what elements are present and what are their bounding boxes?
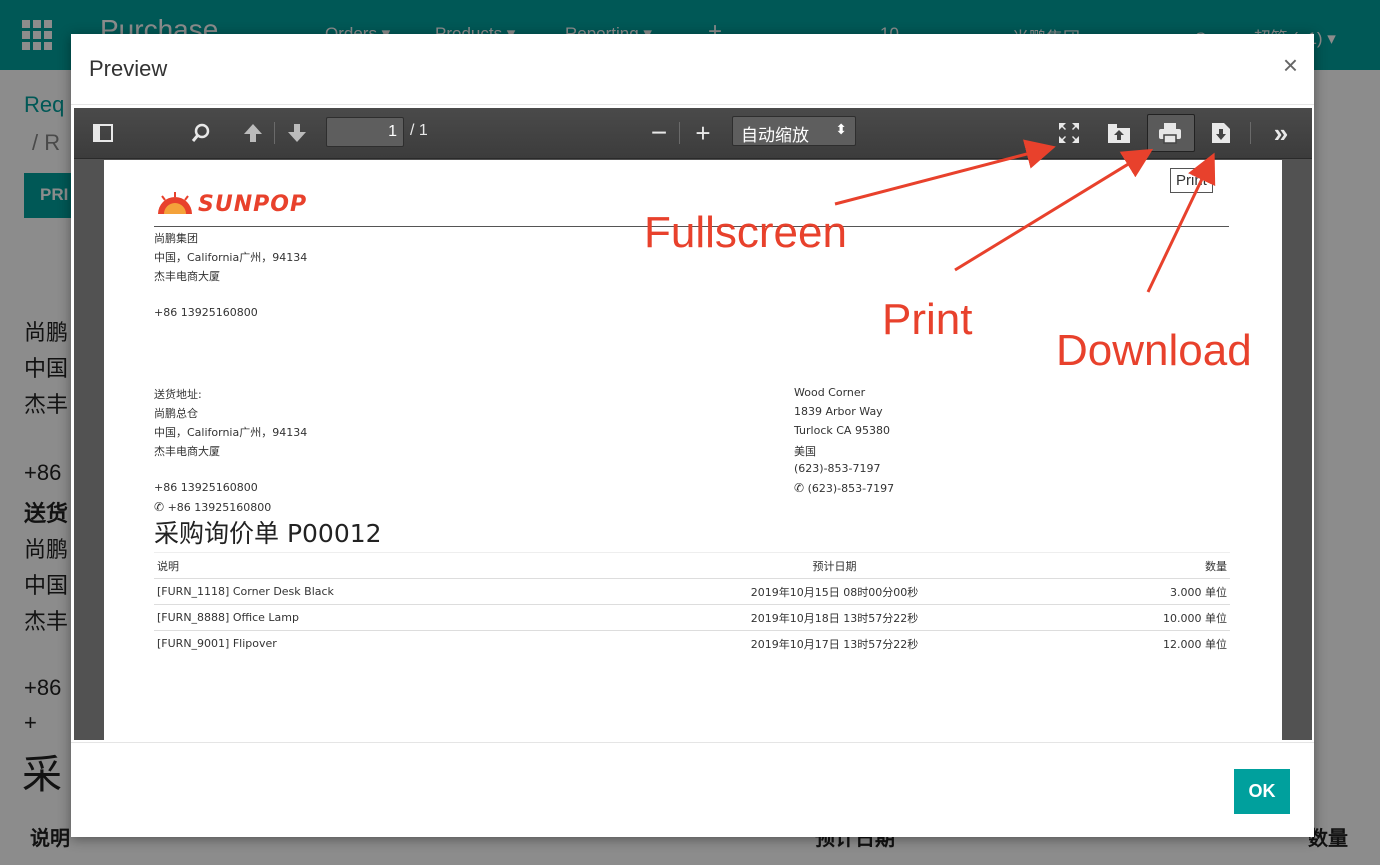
line-date: 2019年10月17日 13时57分22秒 — [615, 630, 1054, 656]
zoom-out-icon[interactable]: − — [646, 108, 672, 158]
vendor-phone-row: ✆ (623)-853-7197 — [794, 481, 894, 495]
zoom-select-value: 自动缩放 — [741, 126, 809, 145]
download-icon[interactable] — [1206, 108, 1236, 158]
ship-phone: +86 13925160800 — [154, 481, 258, 494]
line-description: [FURN_1118] Corner Desk Black — [154, 578, 616, 605]
column-header: 说明 — [154, 552, 616, 579]
toolbar-separator — [679, 122, 680, 144]
table-row: [FURN_1118] Corner Desk Black 2019年10月15… — [154, 578, 1230, 605]
vendor-phone: (623)-853-7197 — [807, 482, 895, 495]
print-icon[interactable] — [1155, 108, 1185, 158]
column-header: 数量 — [1053, 552, 1230, 579]
line-date: 2019年10月15日 08时00分00秒 — [615, 578, 1054, 605]
close-icon[interactable]: × — [1283, 52, 1298, 78]
ship-label: 送货地址: — [154, 388, 202, 401]
fullscreen-annotation: Fullscreen — [644, 208, 847, 257]
print-tooltip: Print — [1170, 168, 1213, 193]
select-arrows-icon: ⬍ — [835, 121, 847, 137]
line-date: 2019年10月18日 13时57分22秒 — [615, 604, 1054, 631]
vendor-line: (623)-853-7197 — [794, 462, 881, 475]
zoom-select[interactable]: 自动缩放 ⬍ — [732, 116, 856, 146]
company-phone: +86 13925160800 — [154, 306, 258, 319]
download-annotation: Download — [1056, 326, 1252, 375]
sunpop-logo-icon — [158, 192, 192, 214]
company-line: 尚鹏集团 — [154, 232, 198, 245]
company-line: 中国，California广州，94134 — [154, 251, 308, 264]
line-description: [FURN_8888] Office Lamp — [154, 604, 616, 631]
search-icon[interactable] — [188, 108, 214, 158]
line-qty: 10.000 单位 — [1053, 604, 1230, 631]
fullscreen-icon[interactable] — [1054, 108, 1084, 158]
line-description: [FURN_9001] Flipover — [154, 630, 616, 656]
next-page-icon[interactable] — [284, 108, 310, 158]
ship-phone-row: ✆ +86 13925160800 — [154, 500, 271, 514]
ship-line: 尚鹏总仓 — [154, 407, 198, 420]
dialog-header: Preview × — [71, 34, 1314, 105]
column-header: 预计日期 — [615, 552, 1054, 579]
print-annotation: Print — [882, 295, 973, 344]
ship-phone2: +86 13925160800 — [167, 501, 272, 514]
zoom-in-icon[interactable]: + — [690, 108, 716, 158]
preview-dialog: Preview × / 1 − + 自动缩放 — [71, 34, 1314, 837]
pdf-viewer: / 1 − + 自动缩放 ⬍ — [74, 108, 1312, 740]
tools-menu-icon[interactable]: » — [1266, 108, 1296, 158]
vendor-line: 美国 — [794, 445, 816, 458]
dialog-title: Preview — [89, 56, 168, 81]
sidebar-toggle-icon[interactable] — [90, 108, 116, 158]
line-qty: 12.000 单位 — [1053, 630, 1230, 656]
phone-icon: ✆ — [794, 481, 805, 495]
page-number-input[interactable] — [326, 117, 404, 147]
previous-page-icon[interactable] — [240, 108, 266, 158]
page-total: / 1 — [410, 122, 428, 139]
dialog-footer: OK — [71, 742, 1314, 838]
ok-button[interactable]: OK — [1234, 769, 1290, 814]
phone-icon: ✆ — [154, 500, 165, 514]
toolbar-separator — [274, 122, 275, 144]
toolbar-separator — [1250, 122, 1251, 144]
vendor-line: 1839 Arbor Way — [794, 405, 883, 418]
ship-line: 中国，California广州，94134 — [154, 426, 308, 439]
company-line: 杰丰电商大厦 — [154, 270, 220, 283]
pdf-toolbar: / 1 − + 自动缩放 ⬍ — [74, 108, 1312, 159]
table-row: [FURN_8888] Office Lamp 2019年10月18日 13时5… — [154, 604, 1230, 631]
company-logo: SUNPOP — [198, 192, 308, 217]
vendor-line: Turlock CA 95380 — [794, 424, 890, 437]
open-file-icon[interactable] — [1104, 108, 1134, 158]
vendor-line: Wood Corner — [794, 386, 866, 399]
table-header-row: 说明 预计日期 数量 — [154, 552, 1230, 579]
order-lines-table: 说明 预计日期 数量 [FURN_1118] Corner Desk Black… — [154, 552, 1230, 656]
ship-line: 杰丰电商大厦 — [154, 445, 220, 458]
document-title: 采购询价单 P00012 — [154, 519, 382, 548]
table-row: [FURN_9001] Flipover 2019年10月17日 13时57分2… — [154, 630, 1230, 656]
line-qty: 3.000 单位 — [1053, 578, 1230, 605]
